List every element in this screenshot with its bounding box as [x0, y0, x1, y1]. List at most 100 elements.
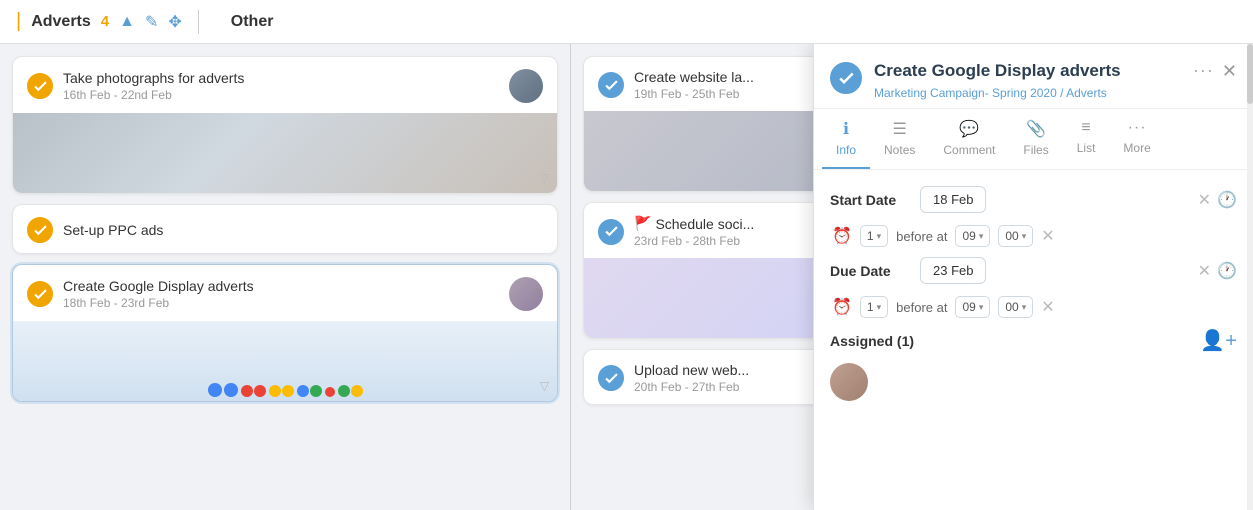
task-card-google[interactable]: Create Google Display adverts 18th Feb -…	[12, 264, 558, 402]
detail-check-circle[interactable]	[830, 62, 862, 94]
tab-more[interactable]: ··· More	[1109, 109, 1164, 169]
alarm-icon-due: ⏰	[832, 297, 852, 317]
due-date-row: Due Date 23 Feb ✕ 🕐	[830, 257, 1237, 284]
tab-comment[interactable]: 💬 Comment	[929, 109, 1009, 169]
assignee-avatar	[830, 363, 868, 401]
check-circle-upload[interactable]	[598, 365, 624, 391]
reminder1-days-arrow: ▾	[877, 231, 882, 242]
due-date-label: Due Date	[830, 263, 910, 279]
task-title-ppc: Set-up PPC ads	[63, 222, 543, 238]
other-title: Other	[231, 13, 274, 31]
avatar-photographs	[509, 69, 543, 103]
clear-start-date-btn[interactable]: ✕	[1198, 190, 1211, 210]
tab-files-label: Files	[1023, 143, 1048, 157]
adverts-count: 4	[101, 13, 109, 30]
reminder1-hour-arrow: ▾	[979, 231, 984, 242]
start-date-chip[interactable]: 18 Feb	[920, 186, 986, 213]
detail-title: Create Google Display adverts	[874, 60, 1181, 82]
reminder2-days-value: 1	[867, 300, 874, 314]
start-date-clock-icon[interactable]: 🕐	[1217, 190, 1237, 210]
reminder2-days-arrow: ▾	[877, 302, 882, 313]
due-date-chip[interactable]: 23 Feb	[920, 257, 986, 284]
start-date-label: Start Date	[830, 192, 910, 208]
top-bar-divider	[198, 10, 199, 34]
notes-icon: ☰	[893, 119, 907, 139]
card-image-google: ▽	[13, 321, 557, 401]
adverts-column: Take photographs for adverts 16th Feb - …	[0, 44, 570, 510]
more-options-icon[interactable]: ···	[1193, 60, 1214, 81]
tab-comment-label: Comment	[943, 143, 995, 157]
reminder2-min-select[interactable]: 00 ▾	[998, 296, 1033, 318]
reminder1-hour-value: 09	[962, 229, 975, 243]
detail-header: Create Google Display adverts Marketing …	[814, 44, 1253, 109]
reminder1-days-select[interactable]: 1 ▾	[860, 225, 888, 247]
move-icon[interactable]: ✥	[168, 12, 181, 32]
check-circle-website[interactable]	[598, 72, 624, 98]
task-title-photographs: Take photographs for adverts	[63, 70, 499, 86]
assigned-section: Assigned (1) 👤+	[830, 328, 1237, 353]
expand-icon[interactable]: ▽	[540, 171, 549, 185]
reminder2-min-arrow: ▾	[1022, 302, 1027, 313]
clear-due-date-btn[interactable]: ✕	[1198, 261, 1211, 281]
top-bar: | Adverts 4 ▲ ✎ ✥ Other	[0, 0, 1253, 44]
reminder2-hour-arrow: ▾	[979, 302, 984, 313]
scrollbar-thumb[interactable]	[1247, 44, 1253, 104]
close-button[interactable]: ✕	[1222, 62, 1237, 80]
start-date-row: Start Date 18 Feb ✕ 🕐	[830, 186, 1237, 213]
tab-list[interactable]: ≡ List	[1063, 109, 1110, 169]
tab-notes-label: Notes	[884, 143, 915, 157]
detail-body: Start Date 18 Feb ✕ 🕐 ⏰ 1 ▾ before at 09…	[814, 170, 1253, 510]
scrollbar-track[interactable]	[1247, 44, 1253, 510]
reminder2-min-value: 00	[1005, 300, 1018, 314]
reminder1-days-value: 1	[867, 229, 874, 243]
due-date-clock-icon[interactable]: 🕐	[1217, 261, 1237, 281]
check-circle-ppc[interactable]	[27, 217, 53, 243]
due-reminder-row: ⏰ 1 ▾ before at 09 ▾ 00 ▾ ✕	[830, 296, 1237, 318]
flag-icon-social: 🚩	[634, 215, 651, 232]
check-circle-photographs[interactable]	[27, 73, 53, 99]
detail-panel: Create Google Display adverts Marketing …	[813, 44, 1253, 510]
avatar-google	[509, 277, 543, 311]
comment-icon: 💬	[959, 119, 979, 139]
tab-info-label: Info	[836, 143, 856, 157]
assigned-label: Assigned (1)	[830, 333, 914, 349]
tab-list-label: List	[1077, 141, 1096, 155]
files-icon: 📎	[1026, 119, 1046, 139]
task-card-photographs[interactable]: Take photographs for adverts 16th Feb - …	[12, 56, 558, 194]
check-circle-social[interactable]	[598, 219, 624, 245]
tab-files[interactable]: 📎 Files	[1009, 109, 1062, 169]
card-image-photographs: ▽	[13, 113, 557, 193]
vertical-bar-left: |	[16, 10, 21, 33]
expand-icon-google[interactable]: ▽	[540, 379, 549, 393]
reminder1-min-value: 00	[1005, 229, 1018, 243]
detail-tabs: ℹ Info ☰ Notes 💬 Comment 📎 Files ≡ List …	[814, 109, 1253, 170]
tab-info[interactable]: ℹ Info	[822, 109, 870, 169]
reminder2-hour-select[interactable]: 09 ▾	[955, 296, 990, 318]
tab-notes[interactable]: ☰ Notes	[870, 109, 929, 169]
task-date-photographs: 16th Feb - 22nd Feb	[63, 88, 499, 102]
info-icon: ℹ	[843, 119, 849, 139]
clear-reminder2-btn[interactable]: ✕	[1041, 297, 1054, 317]
reminder2-days-select[interactable]: 1 ▾	[860, 296, 888, 318]
task-card-ppc[interactable]: Set-up PPC ads	[12, 204, 558, 254]
adverts-title: Adverts	[31, 13, 91, 31]
add-assignee-button[interactable]: 👤+	[1200, 328, 1237, 353]
task-date-google: 18th Feb - 23rd Feb	[63, 296, 499, 310]
edit-icon[interactable]: ✎	[145, 12, 158, 32]
reminder1-before-text: before at	[896, 229, 947, 244]
up-arrow-icon[interactable]: ▲	[119, 13, 135, 31]
check-circle-google[interactable]	[27, 281, 53, 307]
main-content: Take photographs for adverts 16th Feb - …	[0, 44, 1253, 510]
tab-more-label: More	[1123, 141, 1150, 155]
list-icon: ≡	[1081, 119, 1090, 137]
task-title-google: Create Google Display adverts	[63, 278, 499, 294]
start-reminder-row: ⏰ 1 ▾ before at 09 ▾ 00 ▾ ✕	[830, 225, 1237, 247]
reminder2-before-text: before at	[896, 300, 947, 315]
alarm-icon-start: ⏰	[832, 226, 852, 246]
reminder2-hour-value: 09	[962, 300, 975, 314]
reminder1-min-select[interactable]: 00 ▾	[998, 225, 1033, 247]
clear-reminder1-btn[interactable]: ✕	[1041, 226, 1054, 246]
reminder1-hour-select[interactable]: 09 ▾	[955, 225, 990, 247]
reminder1-min-arrow: ▾	[1022, 231, 1027, 242]
detail-breadcrumb[interactable]: Marketing Campaign- Spring 2020 / Advert…	[874, 86, 1181, 100]
